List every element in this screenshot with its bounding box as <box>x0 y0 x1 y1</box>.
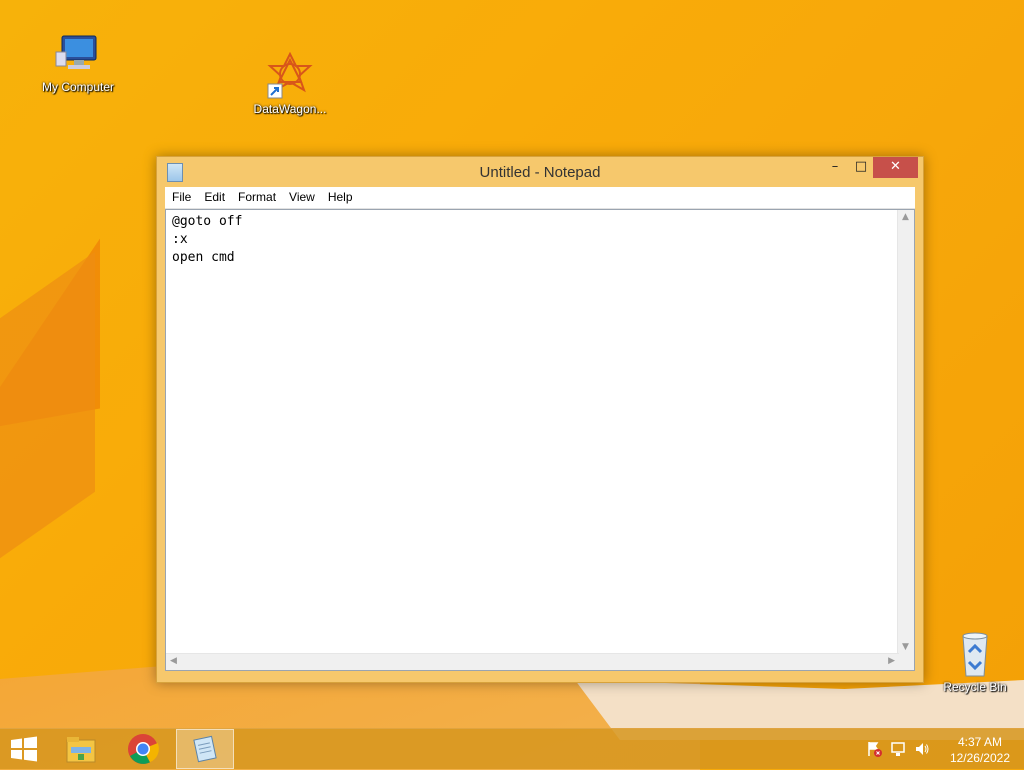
computer-icon <box>54 30 102 78</box>
scroll-down-arrow-icon[interactable]: ▼ <box>902 642 909 652</box>
taskbar: 4:37 AM 12/26/2022 <box>0 728 1024 769</box>
desktop-icon-recycle-bin[interactable]: Recycle Bin <box>930 630 1020 694</box>
text-editor[interactable]: @goto off :x open cmd ▲ ▼ ◀ ▶ <box>165 209 915 671</box>
menu-help[interactable]: Help <box>321 187 359 204</box>
resize-grip-icon[interactable] <box>898 654 914 670</box>
window-title: Untitled - Notepad <box>479 164 601 181</box>
taskbar-chrome[interactable] <box>114 729 172 769</box>
scroll-left-arrow-icon[interactable]: ◀ <box>170 656 177 666</box>
notepad-window[interactable]: Untitled - Notepad – □ ✕ File Edit Format V… <box>156 156 924 683</box>
editor-content[interactable]: @goto off :x open cmd <box>172 213 242 267</box>
volume-icon[interactable] <box>914 741 930 757</box>
menu-format[interactable]: Format <box>231 187 282 204</box>
notepad-icon <box>193 735 217 763</box>
clock-date: 12/26/2022 <box>949 751 1010 765</box>
close-button[interactable]: ✕ <box>873 157 918 178</box>
clock[interactable]: 4:37 AM 12/26/2022 <box>950 734 1010 766</box>
horizontal-scrollbar[interactable]: ◀ ▶ <box>166 653 899 670</box>
start-button[interactable] <box>0 729 48 769</box>
desktop-icon-label: DataWagon... <box>253 102 327 116</box>
menu-edit[interactable]: Edit <box>197 187 231 204</box>
desktop-icon-label: My Computer <box>41 80 115 94</box>
menu-bar: File Edit Format View Help <box>165 187 915 209</box>
desktop-icon-my-computer[interactable]: My Computer <box>33 30 123 94</box>
desktop-icon-label: Recycle Bin <box>943 680 1007 694</box>
file-explorer-icon <box>66 737 96 763</box>
datawagon-shortcut-icon <box>266 51 314 100</box>
desktop-icon-datawagon[interactable]: DataWagon... <box>245 51 335 116</box>
taskbar-file-explorer[interactable] <box>52 729 110 769</box>
recycle-bin-icon <box>951 630 999 678</box>
menu-view[interactable]: View <box>282 187 321 204</box>
title-bar[interactable]: Untitled - Notepad – □ ✕ <box>157 157 923 187</box>
clock-time: 4:37 AM <box>957 735 1002 749</box>
taskbar-notepad[interactable] <box>176 729 234 769</box>
minimize-button[interactable]: – <box>821 157 849 178</box>
menu-file[interactable]: File <box>165 187 197 204</box>
scroll-up-arrow-icon[interactable]: ▲ <box>902 212 909 222</box>
action-center-flag-icon[interactable] <box>866 741 882 757</box>
chrome-icon <box>128 734 159 764</box>
vertical-scrollbar[interactable]: ▲ ▼ <box>897 210 914 654</box>
windows-logo-icon <box>11 736 37 762</box>
system-tray: 4:37 AM 12/26/2022 <box>864 729 1024 769</box>
maximize-button[interactable]: □ <box>847 157 875 178</box>
network-icon[interactable] <box>890 741 906 757</box>
scroll-right-arrow-icon[interactable]: ▶ <box>888 656 895 666</box>
